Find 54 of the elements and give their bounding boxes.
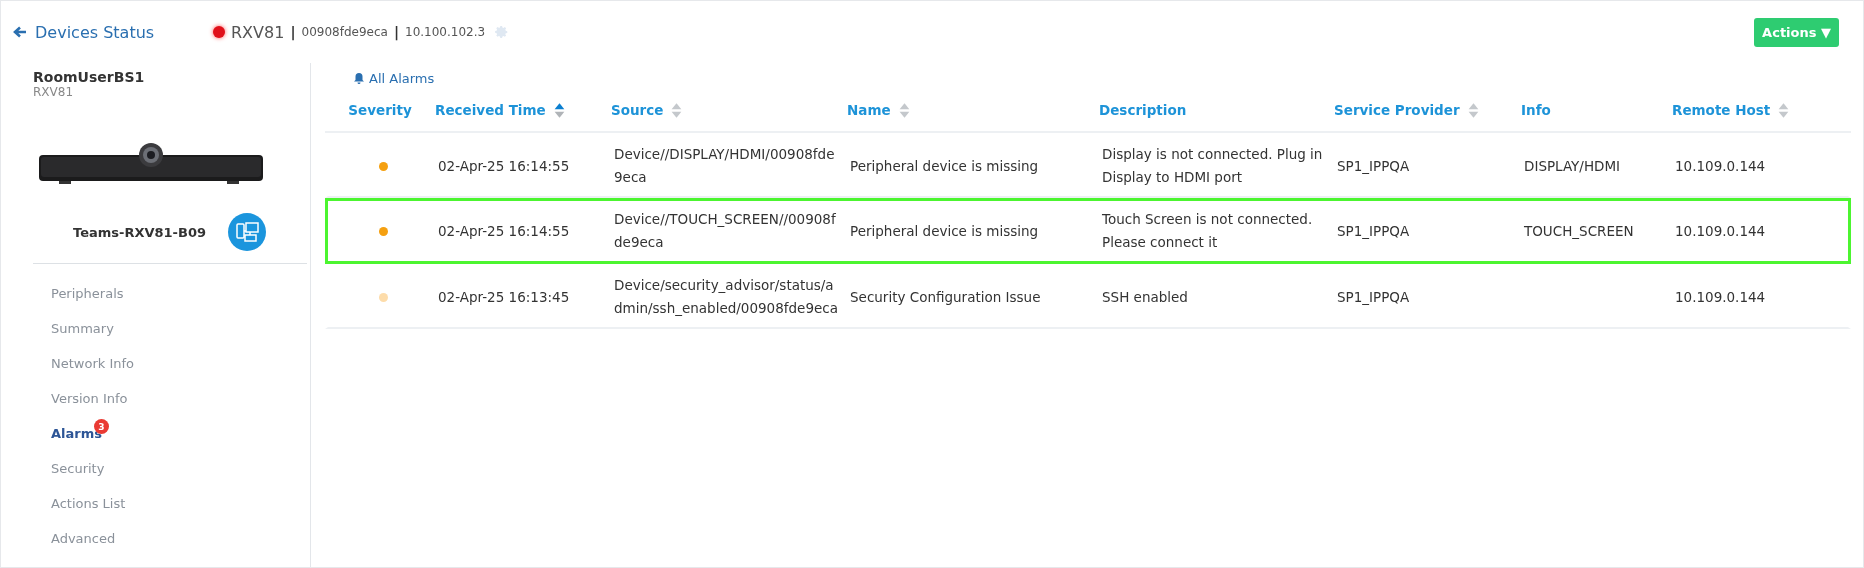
- settings-icon[interactable]: [495, 25, 510, 39]
- device-name: RXV81: [231, 22, 285, 42]
- table-cell: 02-Apr-25 16:13:45: [438, 288, 570, 305]
- table-cell: Peripheral device is missing: [850, 222, 1039, 239]
- separator: |: [290, 24, 296, 40]
- sidebar-item[interactable]: Security: [51, 451, 105, 486]
- table-cell: SSH enabled: [1102, 288, 1188, 305]
- sidebar-item[interactable]: Network Info: [51, 346, 134, 381]
- highlighted-row[interactable]: 02-Apr-25 16:14:55 Device//TOUCH_SCREEN//00908fde9eca Peripheral device is missing Touch Screen is not connected. Please connect it SP1_IPPQA TOUCH_SCREEN 10.109.0.144: [325, 198, 1851, 264]
- sort-icon[interactable]: [553, 101, 565, 119]
- table-cell: Device/security_advisor/status/admin/ssh_enabled/00908fde9eca: [614, 277, 838, 316]
- column-header[interactable]: Severity: [348, 102, 412, 118]
- table-cell: SP1_IPPQA: [1337, 288, 1410, 305]
- sidebar-item[interactable]: Summary: [51, 311, 114, 346]
- all-alarms-link[interactable]: All Alarms: [353, 67, 1851, 89]
- column-header[interactable]: Remote Host: [1672, 102, 1771, 118]
- mac-address: 00908fde9eca: [301, 25, 388, 39]
- devices-icon[interactable]: [228, 213, 266, 251]
- device-model: RXV81: [33, 85, 75, 99]
- table-cell: 02-Apr-25 16:14:55: [438, 222, 570, 239]
- column-header[interactable]: Name: [847, 102, 891, 118]
- sidebar-item[interactable]: Peripherals: [51, 276, 124, 311]
- table-cell: 10.109.0.144: [1675, 288, 1766, 305]
- device-label: Teams-RXV81-B09: [73, 224, 206, 240]
- table-cell: 10.109.0.144: [1675, 222, 1766, 239]
- arrow-icon: [13, 25, 27, 39]
- column-header[interactable]: Source: [611, 102, 664, 118]
- sidebar-item[interactable]: Version Info: [51, 381, 128, 416]
- column-header[interactable]: Description: [1099, 102, 1187, 118]
- column-header[interactable]: Received Time: [435, 102, 546, 118]
- column-header[interactable]: Info: [1521, 102, 1551, 118]
- back-link[interactable]: Devices Status: [13, 22, 213, 42]
- table-cell: SP1_IPPQA: [1337, 157, 1410, 174]
- table-cell: Device//TOUCH_SCREEN//00908fde9eca: [614, 211, 836, 250]
- table-cell: Touch Screen is not connected. Please connect it: [1102, 211, 1313, 250]
- actions-button[interactable]: Actions ▼: [1754, 17, 1839, 47]
- sidebar-item[interactable]: Actions List: [51, 486, 126, 521]
- table-cell: Peripheral device is missing: [850, 157, 1039, 174]
- separator: |: [393, 24, 399, 40]
- table-row[interactable]: 02-Apr-25 16:13:45 Device/security_advisor/status/admin/ssh_enabled/00908fde9eca Security Configuration Issue SSH enabled SP1_IPPQA 10.109.0.144: [325, 264, 1851, 329]
- table-cell: TOUCH_SCREEN: [1524, 222, 1634, 239]
- ip-address: 10.100.102.3: [405, 25, 486, 39]
- bell-icon: [353, 72, 365, 84]
- table-cell: Device//DISPLAY/HDMI/00908fde9eca: [614, 146, 835, 185]
- table-cell: 10.109.0.144: [1675, 157, 1766, 174]
- table-cell: 02-Apr-25 16:14:55: [438, 157, 570, 174]
- user-name: RoomUserBS1: [33, 69, 146, 85]
- sidebar-item[interactable]: Advanced: [51, 521, 116, 556]
- table-cell: SP1_IPPQA: [1337, 222, 1410, 239]
- table-row[interactable]: 02-Apr-25 16:14:55 Device//DISPLAY/HDMI/00908fde9eca Peripheral device is missing Display is not connected. Plug in Display to HDMI port SP1_IPPQA DISPLAY/HDMI 10.109.0.144: [325, 133, 1851, 198]
- table-cell: Security Configuration Issue: [850, 288, 1041, 305]
- table-cell: Display is not connected. Plug in Display to HDMI port: [1102, 146, 1323, 185]
- table-cell: DISPLAY/HDMI: [1524, 157, 1621, 174]
- column-header[interactable]: Service Provider: [1334, 102, 1460, 118]
